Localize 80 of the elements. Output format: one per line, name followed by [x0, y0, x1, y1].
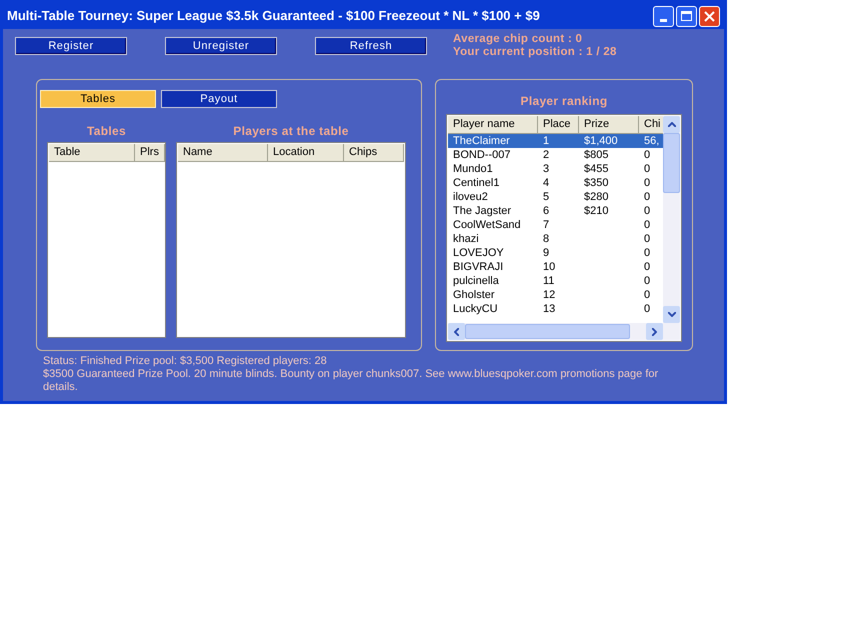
table-cell-text: pulcinella — [452, 274, 500, 288]
table-cell-text: BOND--007 — [452, 148, 512, 162]
tab[interactable]: Tables — [40, 90, 156, 108]
info-text: Your current position : 1 / 28 — [453, 46, 617, 59]
table-cell-text: Gholster — [452, 288, 496, 302]
table-cell-text: 6 — [542, 204, 550, 218]
table-cell-text: 0 — [643, 204, 652, 218]
window-title: Multi-Table Tourney: Super League $3.5k Guaranteed - $100 Freezeout * NL * $100 + $9 — [7, 7, 540, 26]
table-cell-text: $455 — [583, 162, 610, 176]
ranking-row[interactable]: LOVEJOY 9 0 — [448, 246, 663, 260]
column-header[interactable]: Prize — [579, 116, 639, 134]
table-cell-text: 0 — [643, 274, 652, 288]
ranking-row[interactable]: Centinel1 4 $350 0 — [448, 176, 663, 190]
table-cell-text: 5 — [542, 190, 550, 204]
action-button[interactable]: Refresh — [315, 37, 427, 55]
table-cell-text: BIGVRAJI — [452, 260, 504, 274]
table-cell-text: TheClaimer — [452, 134, 511, 148]
table-cell-text: 12 — [542, 288, 556, 302]
ranking-row[interactable]: Gholster 12 0 — [448, 288, 663, 302]
table-cell-text: $1,400 — [583, 134, 619, 148]
column-header[interactable]: Location — [268, 144, 344, 162]
table-cell-text: 2 — [542, 148, 550, 162]
table-cell-text: 0 — [643, 260, 652, 274]
table-cell-text: 0 — [643, 302, 652, 316]
table-cell-text: Centinel1 — [452, 176, 500, 190]
table-cell-text: $805 — [583, 148, 610, 162]
table-cell-text: 0 — [643, 176, 652, 190]
table-cell-text: 4 — [542, 176, 550, 190]
table-cell-text: 0 — [643, 246, 652, 260]
table-cell-text: 0 — [643, 190, 652, 204]
table-cell-text: 8 — [542, 232, 550, 246]
table-cell-text: 1 — [542, 134, 550, 148]
table-cell-text: iloveu2 — [452, 190, 489, 204]
status-text: $3500 Guaranteed Prize Pool. 20 minute blinds. Bounty on player chunks007. See www.bluesqpoker.com promotions page for details. — [43, 368, 660, 394]
ranking-row[interactable]: CoolWetSand 7 0 — [448, 218, 663, 232]
table-cell-text: 0 — [643, 218, 652, 232]
status-text: Status: Finished Prize pool: $3,500 Registered players: 28 — [43, 355, 328, 368]
column-header[interactable]: Table — [49, 144, 135, 162]
column-header[interactable]: Player name — [448, 116, 538, 134]
table-cell-text: LOVEJOY — [452, 246, 505, 260]
table-cell-text: 10 — [542, 260, 556, 274]
ranking-row[interactable]: BOND--007 2 $805 0 — [448, 148, 663, 162]
table-cell-text: Mundo1 — [452, 162, 494, 176]
ranking-row[interactable]: iloveu2 5 $280 0 — [448, 190, 663, 204]
table-cell-text: LuckyCU — [452, 302, 499, 316]
table-cell-text: 0 — [643, 148, 652, 162]
column-header[interactable]: Plrs — [135, 144, 165, 162]
table-cell-text: 0 — [643, 232, 652, 246]
table-cell-text: 7 — [542, 218, 550, 232]
section-title: Tables — [87, 123, 126, 140]
column-header[interactable]: Chi — [639, 116, 663, 134]
ranking-row[interactable]: TheClaimer 1 $1,400 56, — [448, 134, 663, 148]
tab[interactable]: Payout — [161, 90, 277, 108]
table-cell-text: The Jagster — [452, 204, 512, 218]
table-cell-text: 11 — [542, 274, 556, 288]
table-cell-text: 0 — [643, 288, 652, 302]
table-cell-text: khazi — [452, 232, 480, 246]
ranking-row[interactable]: khazi 8 0 — [448, 232, 663, 246]
table-cell-text: $350 — [583, 176, 610, 190]
column-header[interactable]: Chips — [344, 144, 404, 162]
section-title: Players at the table — [233, 123, 349, 140]
table-cell-text: 9 — [542, 246, 550, 260]
ranking-row[interactable]: Mundo1 3 $455 0 — [448, 162, 663, 176]
table-cell-text: CoolWetSand — [452, 218, 522, 232]
section-title: Player ranking — [520, 93, 608, 110]
table-cell-text: $280 — [583, 190, 610, 204]
action-button[interactable]: Unregister — [165, 37, 277, 55]
ranking-row[interactable]: BIGVRAJI 10 0 — [448, 260, 663, 274]
table-cell-text: 13 — [542, 302, 556, 316]
action-button[interactable]: Register — [15, 37, 127, 55]
info-text: Average chip count : 0 — [453, 33, 584, 46]
ranking-row[interactable]: pulcinella 11 0 — [448, 274, 663, 288]
table-cell-text: $210 — [583, 204, 610, 218]
table-cell-text: 3 — [542, 162, 550, 176]
table-cell-text: 56, — [643, 134, 660, 148]
column-header[interactable]: Name — [178, 144, 268, 162]
table-cell-text: 0 — [643, 162, 652, 176]
ranking-row[interactable]: LuckyCU 13 0 — [448, 302, 663, 316]
column-header[interactable]: Place — [538, 116, 579, 134]
ranking-row[interactable]: The Jagster 6 $210 0 — [448, 204, 663, 218]
